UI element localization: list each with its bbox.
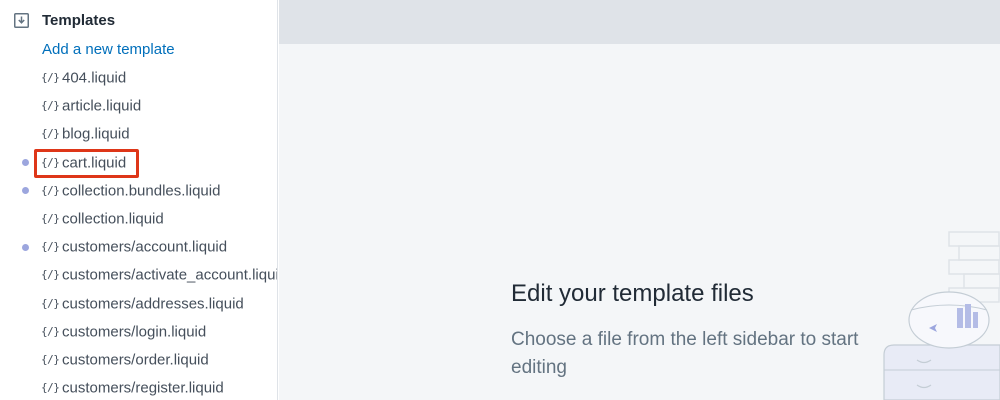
file-list: {/} 404.liquid {/} article.liquid {/} blog.li…	[0, 64, 277, 400]
liquid-file-icon: {/}	[41, 184, 60, 198]
file-name: blog.liquid	[62, 125, 130, 143]
liquid-file-icon: {/}	[41, 212, 60, 226]
liquid-file-icon: {/}	[41, 71, 60, 85]
file-name: customers/login.liquid	[62, 323, 207, 341]
file-item[interactable]: {/} customers/account.liquid	[0, 233, 277, 261]
liquid-file-icon: {/}	[41, 268, 60, 282]
file-name: customers/addresses.liquid	[62, 295, 244, 313]
file-item[interactable]: {/} article.liquid	[0, 92, 277, 120]
file-item[interactable]: {/} collection.bundles.liquid	[0, 177, 277, 205]
file-name: customers/account.liquid	[62, 238, 228, 256]
sidebar: Templates Add a new template {/} 404.liqu…	[0, 0, 278, 400]
file-item[interactable]: {/} cart.liquid	[0, 149, 277, 177]
fishbowl-illustration	[883, 231, 1000, 400]
file-name: collection.bundles.liquid	[62, 182, 221, 200]
editor-area: Edit your template files Choose a file f…	[279, 0, 1000, 400]
file-item[interactable]: {/} 404.liquid	[0, 64, 277, 92]
file-name: cart.liquid	[62, 154, 127, 172]
liquid-file-icon: {/}	[41, 127, 60, 141]
file-name: customers/activate_account.liquid	[62, 266, 278, 284]
file-item[interactable]: {/} customers/activate_account.liquid	[0, 261, 277, 289]
file-item[interactable]: {/} collection.liquid	[0, 205, 277, 233]
modified-dot-icon	[22, 243, 29, 251]
file-item[interactable]: {/} blog.liquid	[0, 120, 277, 148]
section-title: Templates	[42, 12, 116, 29]
file-item[interactable]: {/} customers/order.liquid	[0, 346, 277, 374]
file-name: customers/order.liquid	[62, 351, 209, 369]
file-name: 404.liquid	[62, 69, 127, 87]
liquid-file-icon: {/}	[41, 353, 60, 367]
file-item[interactable]: {/} customers/addresses.liquid	[0, 290, 277, 318]
liquid-file-icon: {/}	[41, 381, 60, 395]
file-name: article.liquid	[62, 97, 142, 115]
liquid-file-icon: {/}	[41, 99, 60, 113]
editor-topbar	[279, 0, 1000, 44]
folder-download-icon	[14, 13, 29, 28]
add-template-link[interactable]: Add a new template	[42, 41, 175, 58]
file-item[interactable]: {/} customers/login.liquid	[0, 318, 277, 346]
modified-dot-icon	[22, 187, 29, 195]
file-name: collection.liquid	[62, 210, 164, 228]
modified-dot-icon	[22, 159, 29, 167]
liquid-file-icon: {/}	[41, 240, 60, 254]
empty-state-title: Edit your template files	[511, 280, 754, 307]
liquid-file-icon: {/}	[41, 325, 60, 339]
liquid-file-icon: {/}	[41, 296, 60, 310]
file-name: customers/register.liquid	[62, 379, 224, 397]
file-item[interactable]: {/} customers/register.liquid	[0, 374, 277, 400]
liquid-file-icon: {/}	[41, 155, 60, 169]
